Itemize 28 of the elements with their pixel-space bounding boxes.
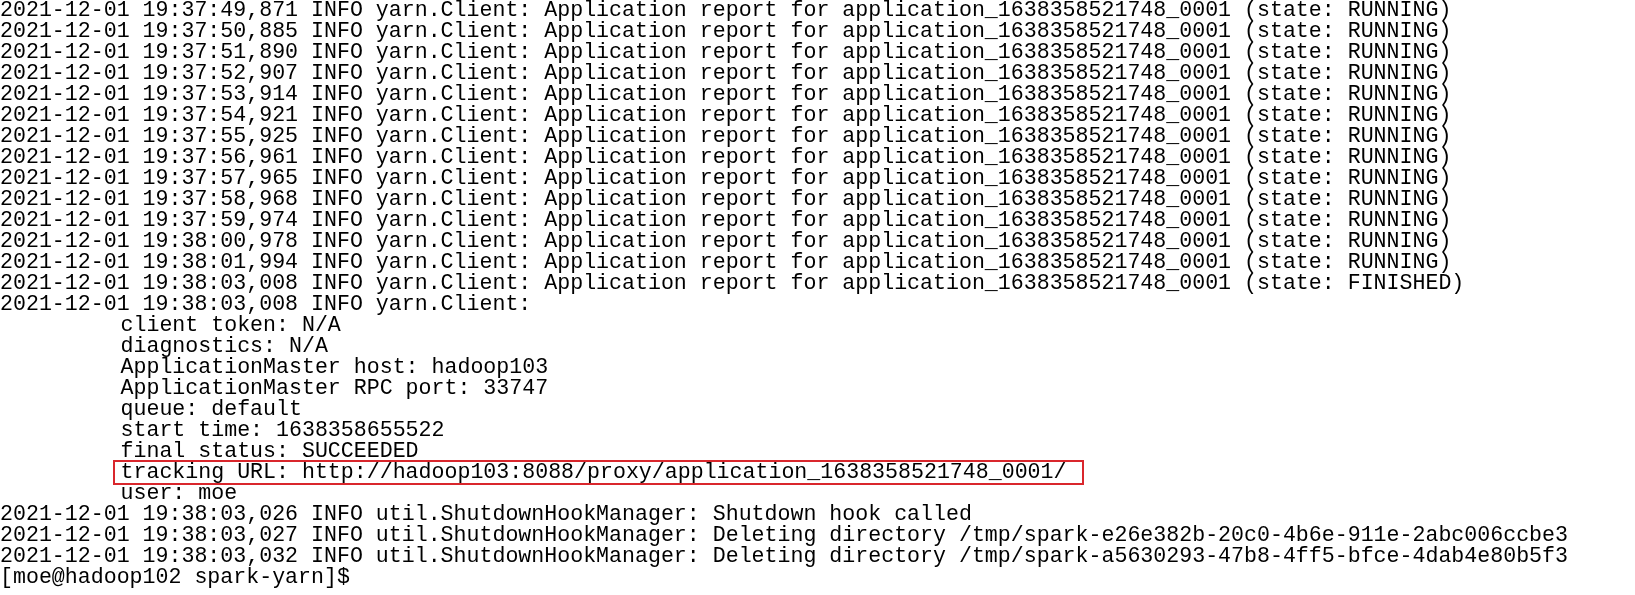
report-field: ApplicationMaster RPC port: 33747 [120, 378, 549, 399]
log-line: 2021-12-01 19:37:56,961 INFO yarn.Client: Application report for application_1638358521748_0001 (state: RUNNING) [0, 147, 1452, 168]
report-field: client token: N/A [120, 315, 341, 336]
report-field: final status: SUCCEEDED [120, 441, 419, 462]
log-line: 2021-12-01 19:37:49,871 INFO yarn.Client: Application report for application_1638358521748_0001 (state: RUNNING) [0, 0, 1452, 21]
log-line: 2021-12-01 19:38:03,032 INFO util.ShutdownHookManager: Deleting directory /tmp/spark-a5630293-47b8-4ff5-bfce-4dab4e80b5f3 [0, 546, 1568, 567]
log-line: 2021-12-01 19:38:00,978 INFO yarn.Client: Application report for application_1638358521748_0001 (state: RUNNING) [0, 231, 1452, 252]
log-line: 2021-12-01 19:38:03,008 INFO yarn.Client: [0, 294, 532, 315]
shell-prompt: [moe@hadoop102 spark-yarn]$ [0, 567, 350, 588]
highlighted-report-field: tracking URL: http://hadoop103:8088/proxy/application_1638358521748_0001/ [115, 462, 1082, 483]
log-line: 2021-12-01 19:38:03,008 INFO yarn.Client: Application report for application_1638358521748_0001 (state: FINISHED) [0, 273, 1465, 294]
log-line: 2021-12-01 19:38:03,027 INFO util.ShutdownHookManager: Deleting directory /tmp/spark-e26e382b-20c0-4b6e-911e-2abc006ccbe3 [0, 525, 1568, 546]
report-field: user: moe [120, 483, 238, 504]
report-field: start time: 1638358655522 [120, 420, 445, 441]
log-line: 2021-12-01 19:37:50,885 INFO yarn.Client: Application report for application_1638358521748_0001 (state: RUNNING) [0, 21, 1452, 42]
log-line: 2021-12-01 19:38:03,026 INFO util.ShutdownHookManager: Shutdown hook called [0, 504, 972, 525]
log-line: 2021-12-01 19:37:55,925 INFO yarn.Client: Application report for application_1638358521748_0001 (state: RUNNING) [0, 126, 1452, 147]
log-line: 2021-12-01 19:38:01,994 INFO yarn.Client: Application report for application_1638358521748_0001 (state: RUNNING) [0, 252, 1452, 273]
log-line: 2021-12-01 19:37:54,921 INFO yarn.Client: Application report for application_1638358521748_0001 (state: RUNNING) [0, 105, 1452, 126]
log-line: 2021-12-01 19:37:57,965 INFO yarn.Client: Application report for application_1638358521748_0001 (state: RUNNING) [0, 168, 1452, 189]
report-field: diagnostics: N/A [120, 336, 328, 357]
log-line: 2021-12-01 19:37:51,890 INFO yarn.Client: Application report for application_1638358521748_0001 (state: RUNNING) [0, 42, 1452, 63]
report-field: queue: default [120, 399, 302, 420]
log-line: 2021-12-01 19:37:59,974 INFO yarn.Client: Application report for application_1638358521748_0001 (state: RUNNING) [0, 210, 1452, 231]
report-field: ApplicationMaster host: hadoop103 [120, 357, 549, 378]
log-line: 2021-12-01 19:37:52,907 INFO yarn.Client: Application report for application_1638358521748_0001 (state: RUNNING) [0, 63, 1452, 84]
log-line: 2021-12-01 19:37:58,968 INFO yarn.Client: Application report for application_1638358521748_0001 (state: RUNNING) [0, 189, 1452, 210]
log-line: 2021-12-01 19:37:53,914 INFO yarn.Client: Application report for application_1638358521748_0001 (state: RUNNING) [0, 84, 1452, 105]
